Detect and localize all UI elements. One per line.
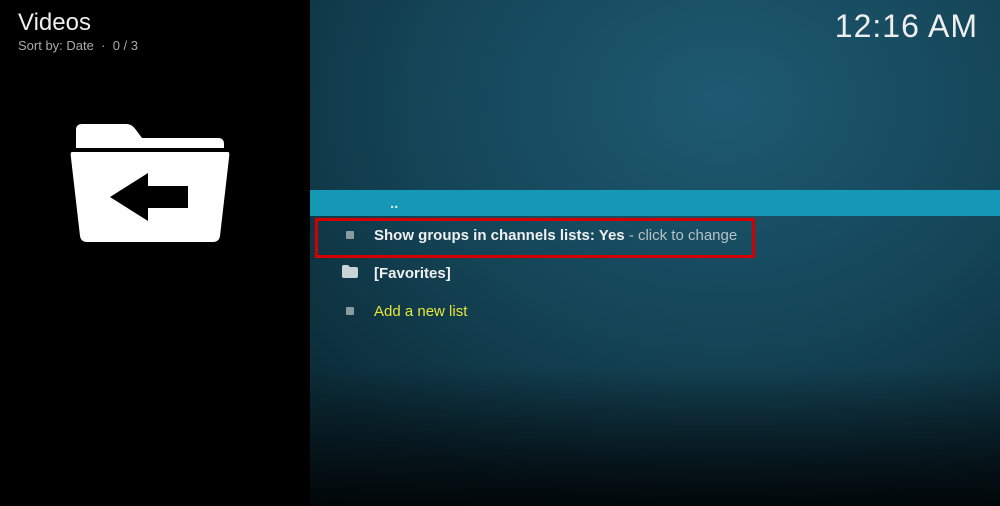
list-item-favorites[interactable]: [Favorites] <box>310 254 1000 292</box>
parent-dir-label: .. <box>332 195 398 212</box>
favorites-label: [Favorites] <box>374 265 451 282</box>
show-groups-hint: - click to change <box>629 227 737 244</box>
list-item-show-groups[interactable]: Show groups in channels lists: Yes - cli… <box>310 216 1000 254</box>
clock: 12:16 AM <box>835 8 978 45</box>
add-new-list-label: Add a new list <box>374 303 467 320</box>
file-list: .. Show groups in channels lists: Yes - … <box>310 190 1000 330</box>
list-item-parent[interactable]: .. <box>310 190 1000 216</box>
bottom-gradient <box>310 366 1000 506</box>
page-title: Videos <box>18 10 310 36</box>
show-groups-label: Show groups in channels lists: Yes <box>374 227 629 244</box>
folder-icon <box>342 265 358 282</box>
list-item-add-new[interactable]: Add a new list <box>310 292 1000 330</box>
page-subtitle: Sort by: Date · 0 / 3 <box>18 38 310 53</box>
back-folder-icon[interactable] <box>70 118 230 253</box>
bullet-icon <box>346 307 354 315</box>
bullet-icon <box>346 231 354 239</box>
